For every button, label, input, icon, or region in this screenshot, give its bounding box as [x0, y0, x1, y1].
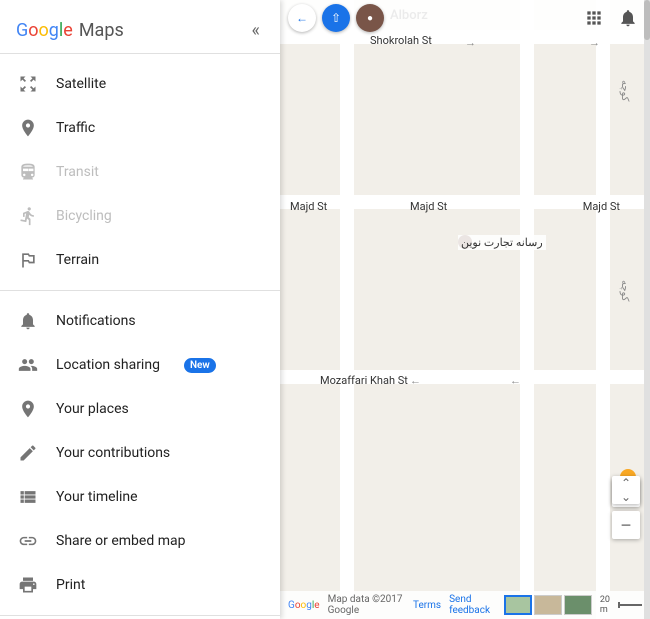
pin-icon	[16, 397, 40, 421]
satellite-label: Satellite	[56, 76, 106, 92]
map-canvas: Shokrolah St Majd St Majd St Majd St Moz…	[280, 0, 650, 619]
maps-label: Maps	[79, 20, 124, 41]
map-thumb-satellite[interactable]	[564, 595, 592, 615]
person-share-icon	[16, 353, 40, 377]
bicycling-label: Bicycling	[56, 208, 112, 224]
your-contributions-label: Your contributions	[56, 445, 170, 461]
sidebar-item-your-timeline[interactable]: Your timeline	[0, 475, 280, 519]
google-maps-logo: Google Maps	[16, 20, 124, 41]
your-places-label: Your places	[56, 401, 129, 417]
notifications-label: Notifications	[56, 313, 136, 329]
sidebar-item-notifications[interactable]: Notifications	[0, 299, 280, 343]
map-thumbnails	[504, 595, 592, 615]
expand-button[interactable]: ⌃⌄	[612, 476, 640, 504]
sidebar: Google Maps « Satellite Traffic	[0, 0, 280, 619]
location-sharing-label: Location sharing	[56, 357, 160, 373]
zoom-scale: 20 m	[600, 595, 642, 615]
majd-label-3: Majd St	[583, 200, 620, 213]
map-top-bar: ← ⇧ ●	[280, 0, 650, 36]
map-bottom-bar: Google Map data ©2017 Google Terms Send …	[280, 591, 650, 619]
collapse-sidebar-button[interactable]: «	[248, 16, 264, 45]
share-embed-label: Share or embed map	[56, 533, 185, 549]
terrain-icon	[16, 248, 40, 272]
google-logo-bottom: Google	[288, 600, 320, 611]
street-arrow-3: ←	[410, 374, 421, 387]
poi-label: رسانه تجارت نوین	[458, 235, 546, 250]
feedback-link[interactable]: Send feedback	[449, 594, 496, 616]
sidebar-item-terrain[interactable]: Terrain	[0, 238, 280, 282]
street-arrow-1: →	[465, 36, 476, 49]
sidebar-item-transit: Transit	[0, 150, 280, 194]
notification-button[interactable]	[614, 4, 642, 32]
traffic-label: Traffic	[56, 120, 95, 136]
vertical-street-2	[520, 0, 534, 619]
map-thumb-default[interactable]	[504, 595, 532, 615]
expand-button-container: ⌃⌄	[612, 476, 640, 504]
sidebar-item-bicycling: Bicycling	[0, 194, 280, 238]
sidebar-item-your-places[interactable]: Your places	[0, 387, 280, 431]
app-container: Google Maps « Satellite Traffic	[0, 0, 650, 619]
map-thumb-terrain[interactable]	[534, 595, 562, 615]
vertical-street-1	[340, 0, 354, 619]
satellite-icon	[16, 72, 40, 96]
vertical-street-3	[596, 0, 610, 619]
sidebar-item-location-sharing[interactable]: Location sharing New	[0, 343, 280, 387]
street-arrow-2: →	[589, 36, 600, 49]
edit-icon	[16, 441, 40, 465]
side-label-1: کوچه	[619, 80, 630, 101]
majd-label-2: Majd St	[410, 200, 447, 213]
transit-label: Transit	[56, 164, 99, 180]
bell-icon	[16, 309, 40, 333]
grid-button[interactable]	[580, 4, 608, 32]
your-timeline-label: Your timeline	[56, 489, 138, 505]
new-badge: New	[184, 358, 216, 373]
timeline-icon	[16, 485, 40, 509]
account-section: Notifications Location sharing New Your …	[0, 291, 280, 616]
street-arrow-4: ←	[510, 374, 521, 387]
sidebar-item-print[interactable]: Print	[0, 563, 280, 607]
traffic-icon	[16, 116, 40, 140]
directions-button[interactable]: ⇧	[322, 4, 350, 32]
map-layers-section: Satellite Traffic Transit Bicycling	[0, 54, 280, 291]
logo-text: Google	[16, 20, 73, 41]
map-data-text: Map data ©2017 Google	[328, 594, 405, 616]
side-label-2: کوچه	[619, 280, 630, 301]
terrain-label: Terrain	[56, 252, 99, 268]
transit-icon	[16, 160, 40, 184]
sidebar-item-traffic[interactable]: Traffic	[0, 106, 280, 150]
poi-nav-button[interactable]: ●	[356, 4, 384, 32]
back-button[interactable]: ←	[288, 4, 316, 32]
print-icon	[16, 573, 40, 597]
print-label: Print	[56, 577, 85, 593]
bicycling-icon	[16, 204, 40, 228]
sidebar-header: Google Maps «	[0, 0, 280, 54]
zoom-out-button[interactable]: −	[612, 511, 640, 539]
terms-link[interactable]: Terms	[413, 600, 441, 611]
sidebar-item-satellite[interactable]: Satellite	[0, 62, 280, 106]
sidebar-item-share-embed[interactable]: Share or embed map	[0, 519, 280, 563]
majd-label-1: Majd St	[290, 200, 327, 213]
link-icon	[16, 529, 40, 553]
sidebar-item-your-contributions[interactable]: Your contributions	[0, 431, 280, 475]
map-area[interactable]: Shokrolah St Majd St Majd St Majd St Moz…	[280, 0, 650, 619]
mozaffari-label: Mozaffari Khah St	[320, 374, 408, 387]
